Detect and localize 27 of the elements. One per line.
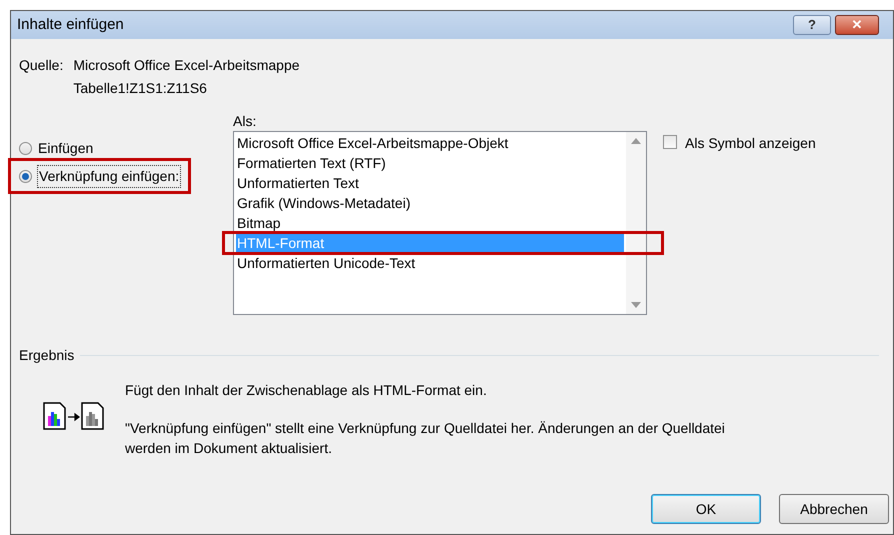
group-label: Ergebnis <box>19 346 74 365</box>
list-item[interactable]: Bitmap <box>236 213 624 233</box>
radio-label[interactable]: Einfügen <box>38 138 94 158</box>
radio-label[interactable]: Verknüpfung einfügen: <box>38 166 180 186</box>
result-text: Fügt den Inhalt der Zwischenablage als HTML-Format ein. <box>125 381 488 400</box>
checkbox-label[interactable]: Als Symbol anzeigen <box>685 133 816 154</box>
scroll-up-icon[interactable] <box>631 138 641 144</box>
cancel-button[interactable]: Abbrechen <box>779 494 889 524</box>
scrollbar[interactable] <box>626 132 646 314</box>
list-item[interactable]: Grafik (Windows-Metadatei) <box>236 193 624 213</box>
list-item[interactable]: Microsoft Office Excel-Arbeitsmappe-Objekt <box>236 133 624 153</box>
list-item[interactable]: Unformatierten Unicode-Text <box>236 253 624 273</box>
window-title: Inhalte einfügen <box>17 14 125 35</box>
scroll-down-icon[interactable] <box>631 302 641 308</box>
source-label: Quelle: <box>19 56 64 75</box>
format-listbox[interactable]: Microsoft Office Excel-Arbeitsmappe-Objekt Formatierten Text (RTF) Unformatierten Text Grafik (Windows-Metadatei) Bitmap HTML-Format Unformatierten Unicode-Text <box>233 131 647 315</box>
source-text: Microsoft Office Excel-Arbeitsmappe <box>73 56 300 75</box>
list-label: Als: <box>233 112 258 129</box>
radio-button[interactable] <box>19 170 32 182</box>
ok-button[interactable]: OK <box>651 494 761 524</box>
list-item[interactable]: Unformatierten Text <box>236 173 624 193</box>
help-button[interactable]: ? <box>793 15 831 35</box>
radio-button[interactable] <box>19 142 32 154</box>
checkbox[interactable] <box>663 135 677 149</box>
list-item[interactable]: Formatierten Text (RTF) <box>236 153 624 173</box>
source-text: Tabelle1!Z1S1:Z11S6 <box>73 79 208 98</box>
result-text: "Verknüpfung einfügen" stellt eine Verknüpfung zur Quelldatei her. Änderungen an der Quelldatei werden im Dokument aktualisiert. <box>125 419 726 458</box>
